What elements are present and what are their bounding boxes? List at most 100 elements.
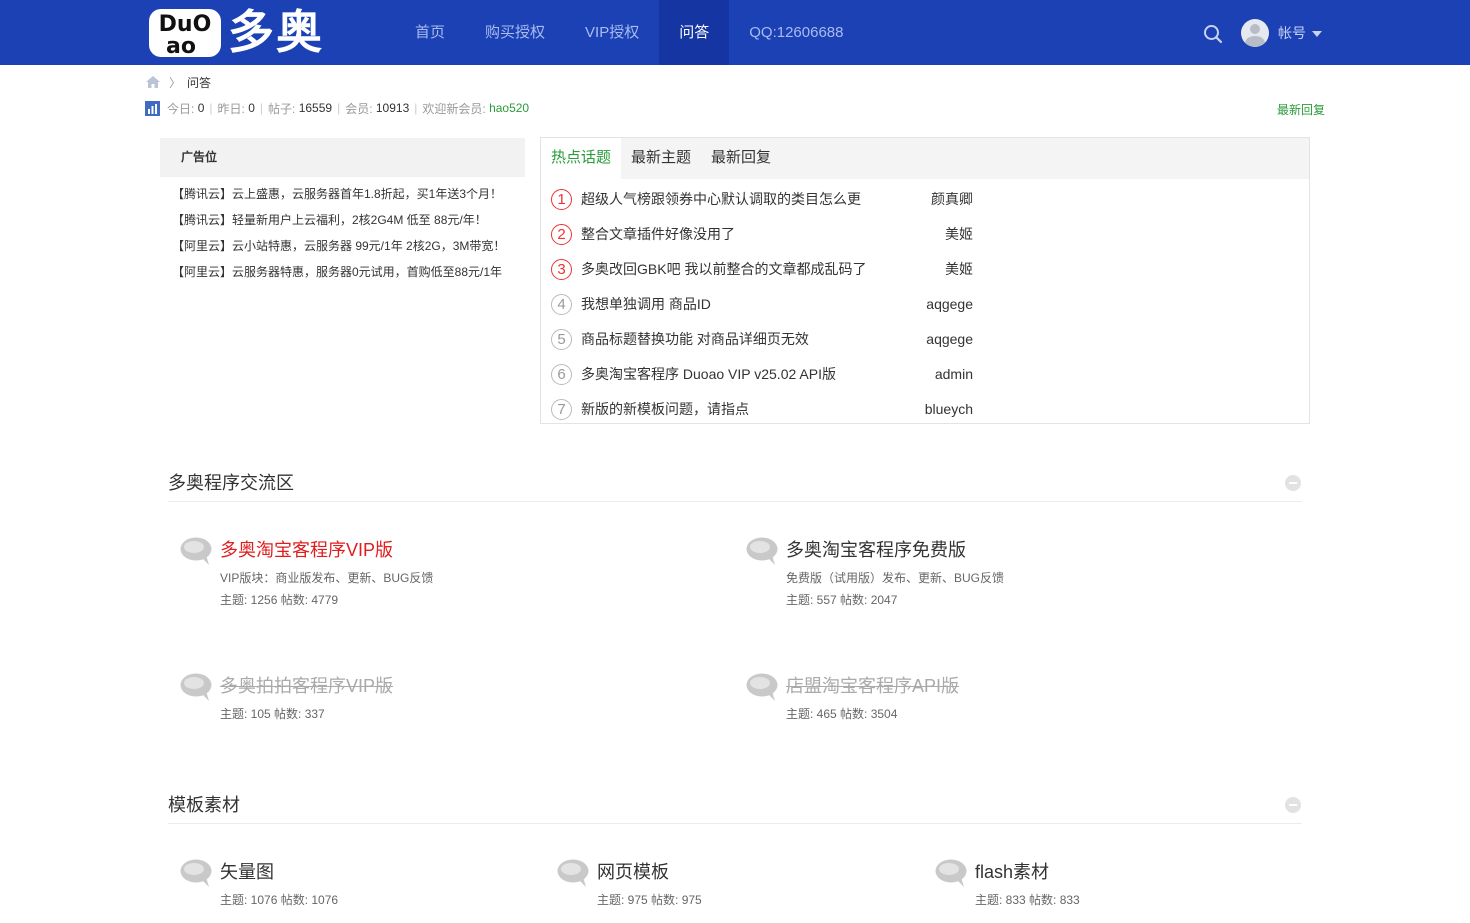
posts-label: 帖子:: [268, 101, 296, 116]
home-icon[interactable]: [145, 75, 161, 89]
nav-home[interactable]: 首页: [395, 0, 465, 65]
collapse-icon[interactable]: [1284, 796, 1302, 814]
breadcrumb-separator: 〉: [169, 75, 182, 90]
forum-card: flash素材 主题: 833 帖数: 833: [934, 858, 1354, 923]
list-item: 4 我想单独调用 商品ID aqgege: [541, 286, 1309, 321]
forum-stats: 主题: 557 帖数: 2047: [786, 593, 898, 607]
forum-card: 多奥淘宝客程序VIP版 VIP版块：商业版发布、更新、BUG反馈 主题: 125…: [179, 536, 599, 616]
breadcrumb: 〉 问答: [145, 74, 211, 90]
today-count: 0: [197, 101, 205, 115]
posts-count: 16559: [298, 101, 333, 115]
topic-author[interactable]: 美姬: [945, 224, 973, 244]
hot-tabs: 热点话题 最新主题 最新回复: [541, 138, 1309, 179]
forum-stats: 主题: 1076 帖数: 1076: [220, 893, 339, 907]
topic-title-link[interactable]: 整合文章插件好像没用了: [581, 224, 735, 244]
site-logo[interactable]: DuO ao 多奥: [148, 5, 338, 60]
forum-stats: 主题: 833 帖数: 833: [975, 893, 1080, 907]
nav-vip-license[interactable]: VIP授权: [565, 0, 659, 65]
rank-badge: 6: [551, 364, 572, 385]
logo-badge-icon: DuO ao: [149, 9, 221, 58]
welcome-label: 欢迎新会员:: [422, 101, 486, 116]
forum-card: 多奥拍拍客程序VIP版 主题: 105 帖数: 337: [179, 672, 599, 752]
ad-item[interactable]: 【腾讯云】云上盛惠，云服务器首年1.8折起，买1年送3个月！: [160, 181, 525, 207]
forum-title-link[interactable]: 多奥拍拍客程序VIP版: [220, 674, 393, 698]
rank-badge: 4: [551, 294, 572, 315]
user-menu[interactable]: 帐号: [1241, 18, 1322, 48]
forum-stats: 今日: 0 | 昨日: 0 | 帖子: 16559 | 会员: 10913 | …: [145, 100, 529, 116]
tab-hot-topics[interactable]: 热点话题: [541, 138, 622, 179]
tab-latest-threads[interactable]: 最新主题: [621, 138, 701, 179]
collapse-icon[interactable]: [1284, 474, 1302, 492]
list-item: 2 整合文章插件好像没用了 美姬: [541, 216, 1309, 251]
chat-bubble-icon: [935, 859, 967, 887]
chevron-down-icon: [1312, 31, 1322, 37]
new-member-link[interactable]: hao520: [489, 101, 529, 115]
chat-bubble-icon: [746, 673, 778, 701]
topic-title-link[interactable]: 商品标题替换功能 对商品详细页无效: [581, 329, 809, 349]
topic-title-link[interactable]: 超级人气榜跟领券中心默认调取的类目怎么更: [581, 189, 861, 209]
topic-author[interactable]: bluеych: [925, 399, 973, 419]
forum-card: 多奥淘宝客程序免费版 免费版（试用版）发布、更新、BUG反馈 主题: 557 帖…: [745, 536, 1165, 616]
list-item: 3 多奥改回GBK吧 我以前整合的文章都成乱码了 美姬: [541, 251, 1309, 286]
forum-title-link[interactable]: flash素材: [975, 860, 1049, 884]
forum-title-link[interactable]: 多奥淘宝客程序VIP版: [220, 538, 393, 562]
ad-item[interactable]: 【阿里云】云小站特惠，云服务器 99元/1年 2核2G，3M带宽！: [160, 233, 525, 259]
hot-topics-panel: 热点话题 最新主题 最新回复 1 超级人气榜跟领券中心默认调取的类目怎么更 颜真…: [540, 137, 1310, 424]
forum-description: VIP版块：商业版发布、更新、BUG反馈: [220, 571, 434, 585]
account-label: 帐号: [1278, 25, 1306, 41]
forum-stats: 主题: 105 帖数: 337: [220, 707, 325, 721]
topic-author[interactable]: aqgege: [926, 329, 973, 349]
forum-description: 免费版（试用版）发布、更新、BUG反馈: [786, 571, 1005, 585]
section-title: 模板素材: [168, 795, 240, 815]
main-nav: 首页 购买授权 VIP授权 问答 QQ:12606688: [395, 0, 863, 65]
topic-author[interactable]: 美姬: [945, 259, 973, 279]
today-label: 今日:: [167, 101, 195, 116]
chat-bubble-icon: [746, 537, 778, 565]
section-header: 模板素材: [168, 792, 1302, 824]
forum-stats: 主题: 975 帖数: 975: [597, 893, 702, 907]
yesterday-count: 0: [248, 101, 255, 115]
chat-bubble-icon: [557, 859, 589, 887]
latest-reply-link[interactable]: 最新回复: [1277, 101, 1325, 118]
members-label: 会员:: [345, 101, 373, 116]
forum-card: 矢量图 主题: 1076 帖数: 1076: [179, 858, 599, 923]
list-item: 6 多奥淘宝客程序 Duoao VIP v25.02 API版 admin: [541, 356, 1309, 391]
section-title: 多奥程序交流区: [168, 473, 294, 493]
forum-title-link[interactable]: 店盟淘宝客程序API版: [786, 674, 959, 698]
nav-qq[interactable]: QQ:12606688: [729, 0, 863, 65]
list-item: 7 新版的新模板问题，请指点 bluеych: [541, 391, 1309, 426]
ad-panel: 广告位 【腾讯云】云上盛惠，云服务器首年1.8折起，买1年送3个月！ 【腾讯云】…: [160, 138, 525, 285]
logo-text: 多奥: [228, 5, 324, 59]
chat-bubble-icon: [180, 859, 212, 887]
topic-title-link[interactable]: 新版的新模板问题，请指点: [581, 399, 749, 419]
ad-item[interactable]: 【腾讯云】轻量新用户上云福利，2核2G4M 低至 88元/年！: [160, 207, 525, 233]
bar-chart-icon: [145, 100, 160, 116]
rank-badge: 2: [551, 224, 572, 245]
nav-qa[interactable]: 问答: [659, 0, 730, 65]
nav-buy-license[interactable]: 购买授权: [465, 0, 565, 65]
chat-bubble-icon: [180, 673, 212, 701]
svg-text:ao: ao: [166, 34, 196, 58]
ad-item[interactable]: 【阿里云】云服务器特惠，服务器0元试用，首购低至88元/1年: [160, 259, 525, 285]
yesterday-label: 昨日:: [217, 101, 245, 116]
members-count: 10913: [375, 101, 410, 115]
top-navbar: DuO ao 多奥 首页 购买授权 VIP授权 问答 QQ:12606688 帐…: [0, 0, 1470, 65]
forum-title-link[interactable]: 矢量图: [220, 860, 274, 884]
avatar: [1241, 19, 1269, 47]
topic-title-link[interactable]: 我想单独调用 商品ID: [581, 294, 711, 314]
section-header: 多奥程序交流区: [168, 470, 1302, 502]
topic-author[interactable]: aqgege: [926, 294, 973, 314]
chat-bubble-icon: [180, 537, 212, 565]
topic-author[interactable]: 颜真卿: [931, 189, 973, 209]
tab-latest-replies[interactable]: 最新回复: [701, 138, 781, 179]
breadcrumb-current: 问答: [187, 75, 212, 90]
forum-card: 网页模板 主题: 975 帖数: 975: [556, 858, 976, 923]
forum-title-link[interactable]: 多奥淘宝客程序免费版: [786, 538, 966, 562]
topic-title-link[interactable]: 多奥淘宝客程序 Duoao VIP v25.02 API版: [581, 364, 836, 384]
topic-title-link[interactable]: 多奥改回GBK吧 我以前整合的文章都成乱码了: [581, 259, 866, 279]
forum-stats: 主题: 1256 帖数: 4779: [220, 593, 339, 607]
forum-title-link[interactable]: 网页模板: [597, 860, 669, 884]
forum-stats: 主题: 465 帖数: 3504: [786, 707, 898, 721]
search-icon[interactable]: [1203, 24, 1223, 44]
topic-author[interactable]: admin: [935, 364, 973, 384]
